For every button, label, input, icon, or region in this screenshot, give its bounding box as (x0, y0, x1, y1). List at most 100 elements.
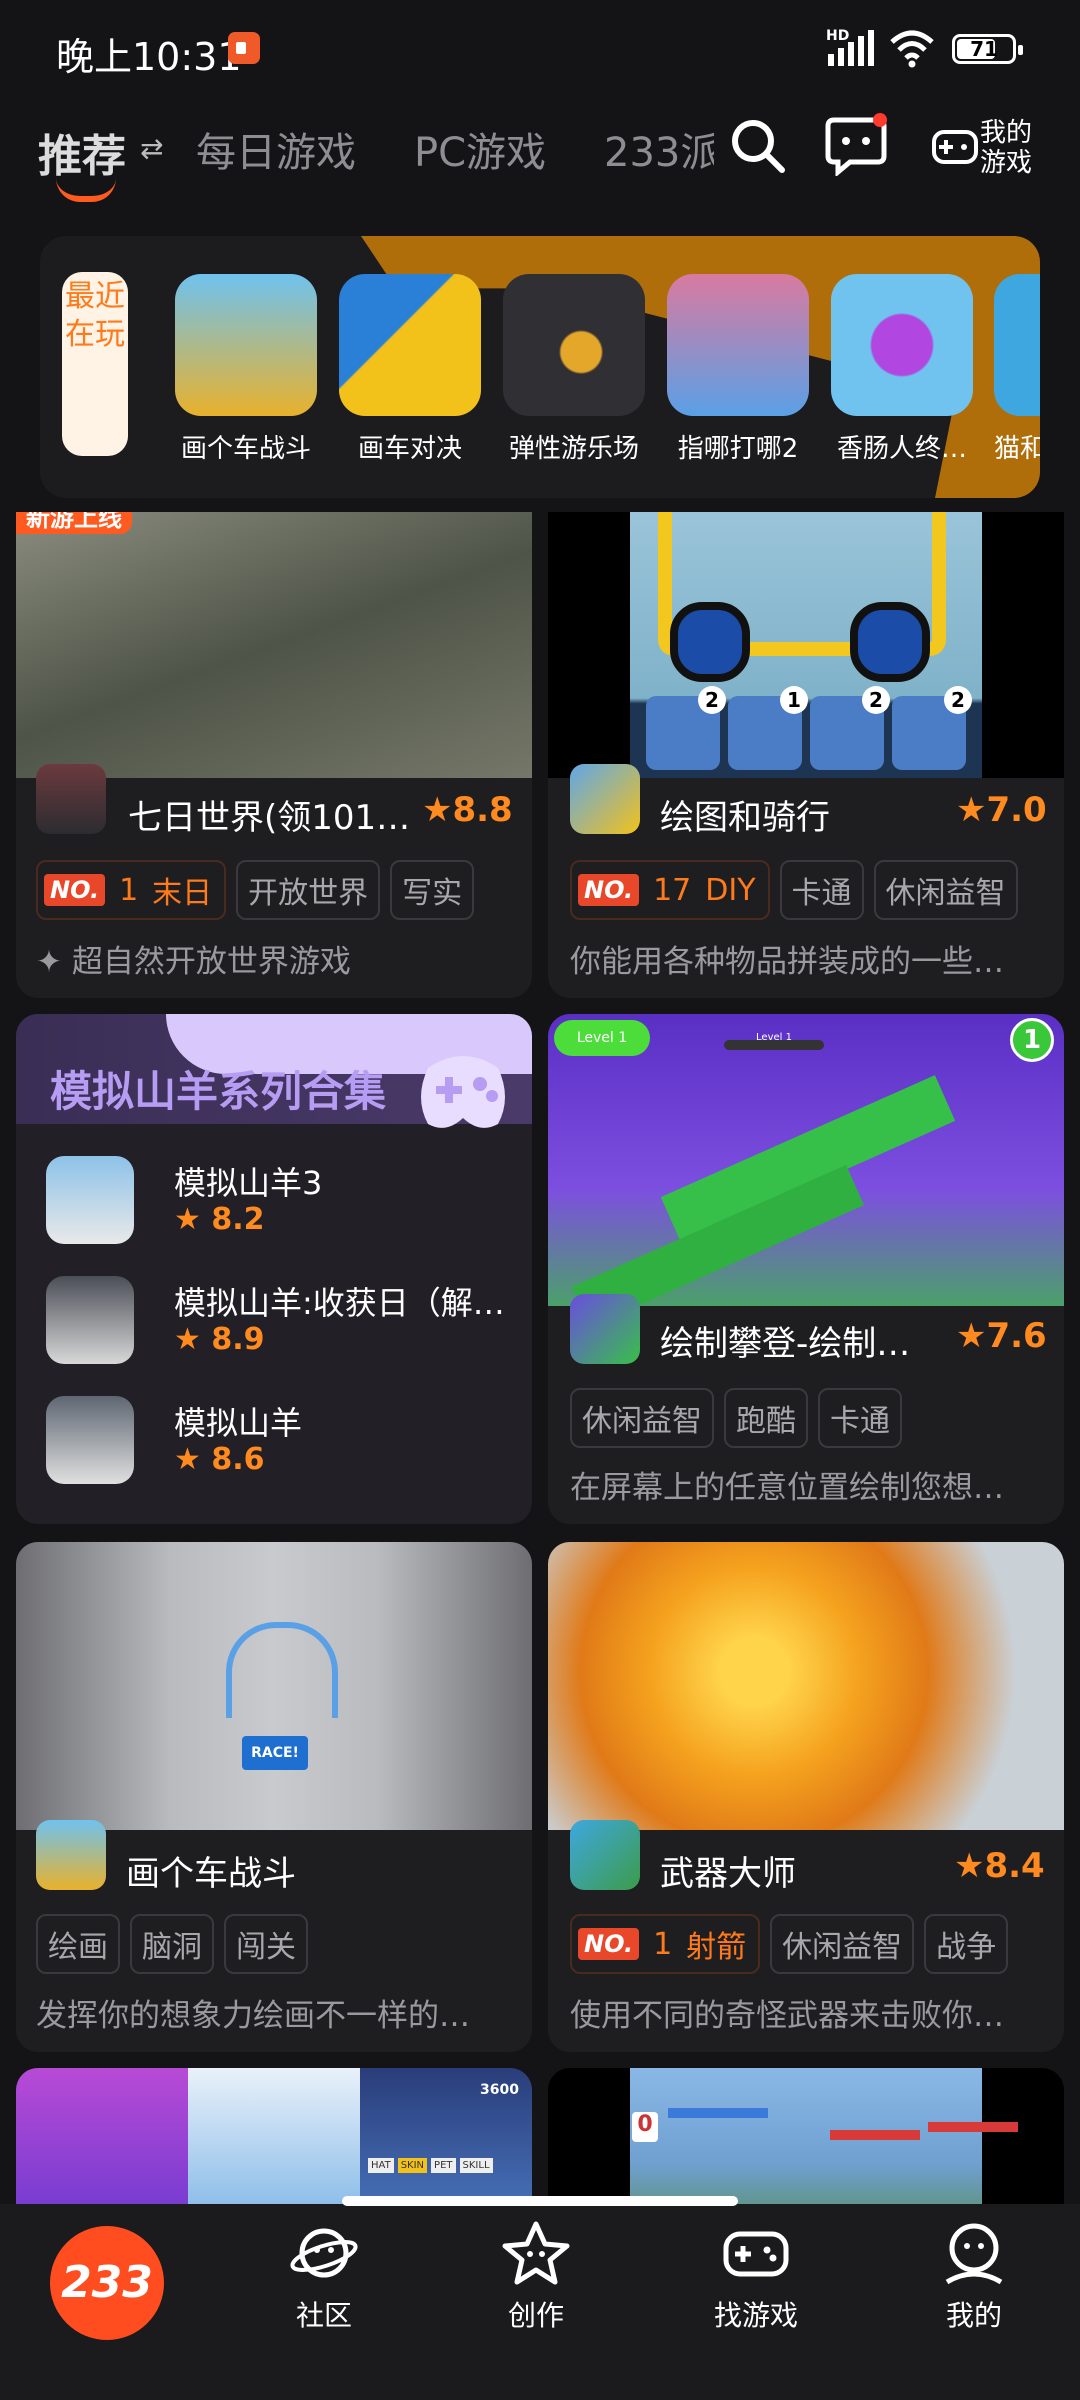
tag-row: 休闲益智 跑酷 卡通 (570, 1388, 902, 1448)
game-icon (339, 274, 481, 416)
gamepad-icon (421, 1056, 505, 1128)
clock: 晚上10:31 (56, 35, 242, 79)
part-slot[interactable]: 2 (892, 686, 972, 770)
signal-icon: HD (826, 28, 876, 66)
collection-item[interactable]: 模拟山羊:收获日（解… ★ 8.9 (46, 1276, 526, 1372)
part-slot[interactable]: 2 (646, 686, 726, 770)
race-button[interactable]: RACE! (242, 1736, 308, 1770)
tab-recommend[interactable]: 推荐 (38, 120, 126, 184)
my-games-label[interactable]: 我的 游戏 (980, 118, 1050, 178)
tag-row: NO. 17 DIY 卡通 休闲益智 (570, 860, 1018, 920)
part-count: 2 (698, 686, 726, 714)
game-card-draw-climb[interactable]: Level 1 Level 1 1 绘制攀登-绘制… ★7.6 休闲益智 跑酷 … (548, 1014, 1064, 1524)
rank-badge[interactable]: NO. 1 射箭 (570, 1914, 761, 1974)
tag[interactable]: 卡通 (779, 860, 864, 920)
collection-item-score: ★ 8.2 (174, 1202, 265, 1237)
tag[interactable]: 绘画 (36, 1914, 120, 1974)
goat-collection-card[interactable]: 模拟山羊系列合集 模拟山羊3 ★ 8.2 模拟山羊:收获日（解… ★ 8.9 模… (16, 1014, 532, 1524)
swap-icon[interactable]: ⇄ (140, 132, 163, 165)
game-icon (503, 274, 645, 416)
part-slot[interactable]: 1 (728, 686, 808, 770)
recent-game-0[interactable]: 画个车战斗 (174, 274, 318, 465)
message-icon[interactable] (824, 112, 888, 176)
game-title: 武器大师 (660, 1854, 796, 1894)
tab-pc-games[interactable]: PC游戏 (414, 120, 546, 178)
game-card-draw-ride[interactable]: 2 1 2 2 绘图和骑行 ★7.0 NO. 17 DIY 卡通 休闲益智 你能用各… (548, 512, 1064, 998)
recent-game-2[interactable]: 弹性游乐场 (502, 274, 646, 465)
game-icon (570, 1820, 640, 1890)
collection-item-name: 模拟山羊3 (174, 1164, 323, 1202)
game-description: 发挥你的想象力绘画不一样的… (36, 1998, 470, 2034)
level-bar-text: Level 1 (756, 1032, 792, 1043)
score-value: 8.9 (211, 1322, 265, 1357)
tag[interactable]: 战争 (924, 1914, 1009, 1974)
home-indicator[interactable] (342, 2196, 738, 2206)
recent-game-name: 香肠人终… (836, 434, 967, 464)
game-icon (46, 1396, 134, 1484)
nav-find-games[interactable]: 找游戏 (686, 2220, 826, 2334)
skin-tab[interactable]: SKILL (459, 2158, 493, 2173)
wheel (850, 602, 930, 682)
health-bar (668, 2108, 768, 2118)
nav-community[interactable]: 社区 (254, 2220, 394, 2334)
bottom-nav: 233 社区 创作 找游戏 我的 (0, 2204, 1080, 2400)
tab-daily-games[interactable]: 每日游戏 (196, 120, 356, 178)
score-value: 8.4 (984, 1846, 1045, 1886)
recent-game-name: 指哪打哪2 (677, 434, 799, 464)
tag[interactable]: 休闲益智 (570, 1388, 714, 1448)
game-icon (46, 1156, 134, 1244)
tag[interactable]: 写实 (390, 860, 475, 920)
my-games-icon[interactable] (930, 122, 980, 172)
collection-title: 模拟山羊系列合集 (50, 1067, 387, 1116)
tab-233-pai[interactable]: 233派 (604, 120, 714, 178)
sparkle-icon: ✦ (36, 944, 72, 980)
recent-game-name: 弹性游乐场 (508, 434, 639, 464)
rank-badge[interactable]: NO. 1 末日 (36, 860, 227, 920)
collection-item[interactable]: 模拟山羊3 ★ 8.2 (46, 1156, 526, 1252)
skin-tab[interactable]: PET (431, 2158, 456, 2173)
hd-label: HD (826, 28, 850, 44)
rank-badge[interactable]: NO. 17 DIY (570, 860, 770, 920)
planet-icon (290, 2228, 358, 2278)
recent-game-1[interactable]: 画车对决 (338, 274, 482, 465)
recent-game-5[interactable]: 猫和 (994, 274, 1040, 465)
home-233-button[interactable]: 233 (50, 2226, 164, 2340)
recent-game-name: 画个车战斗 (180, 434, 311, 464)
game-title: 七日世界(领101… (128, 798, 411, 838)
game-icon (36, 764, 106, 834)
score-value: 7.6 (986, 1316, 1047, 1356)
rank-number: 1 (119, 872, 139, 908)
skin-tab[interactable]: HAT (368, 2158, 394, 2173)
tag[interactable]: 休闲益智 (873, 860, 1018, 920)
part-count: 2 (944, 686, 972, 714)
collection-item[interactable]: 模拟山羊 ★ 8.6 (46, 1396, 526, 1492)
game-card-draw-car-battle[interactable]: RACE! 画个车战斗 绘画 脑洞 闯关 发挥你的想象力绘画不一样的… (16, 1542, 532, 2052)
battery-icon: 71 (952, 34, 1023, 64)
nav-label: 找游戏 (713, 2299, 798, 2332)
game-icon (175, 274, 317, 416)
level-progress: Level 1 (724, 1033, 824, 1050)
recent-game-4[interactable]: 香肠人终… (830, 274, 974, 465)
game-screenshot (548, 1542, 1064, 1830)
tag[interactable]: 跑酷 (724, 1388, 808, 1448)
tag[interactable]: 休闲益智 (770, 1914, 915, 1974)
search-icon[interactable] (728, 116, 788, 176)
game-screenshot: RACE! (16, 1542, 532, 1830)
coin-value: 3600 (480, 2082, 519, 2098)
game-card-qiri[interactable]: 新游上线 七日世界(领101… ★8.8 NO. 1 末日 开放世界 写实 ✦ 超自… (16, 512, 532, 998)
game-title: 画个车战斗 (126, 1854, 296, 1894)
part-slot[interactable]: 2 (810, 686, 890, 770)
game-card-weapon-master[interactable]: 武器大师 ★8.4 NO. 1 射箭 休闲益智 战争 使用不同的奇怪武器来击败你… (548, 1542, 1064, 2052)
nav-me[interactable]: 我的 (904, 2220, 1044, 2334)
parts-tray: 2 1 2 2 (630, 686, 982, 778)
screen-record-icon (228, 32, 260, 64)
tag[interactable]: 开放世界 (236, 860, 381, 920)
tag[interactable]: 脑洞 (130, 1914, 214, 1974)
game-icon (36, 1820, 106, 1890)
tag[interactable]: 卡通 (818, 1388, 902, 1448)
nav-label: 创作 (507, 2299, 564, 2332)
nav-create[interactable]: 创作 (466, 2220, 606, 2334)
skin-tab[interactable]: SKIN (397, 2158, 428, 2173)
tag[interactable]: 闯关 (224, 1914, 308, 1974)
recent-game-3[interactable]: 指哪打哪2 (666, 274, 810, 465)
